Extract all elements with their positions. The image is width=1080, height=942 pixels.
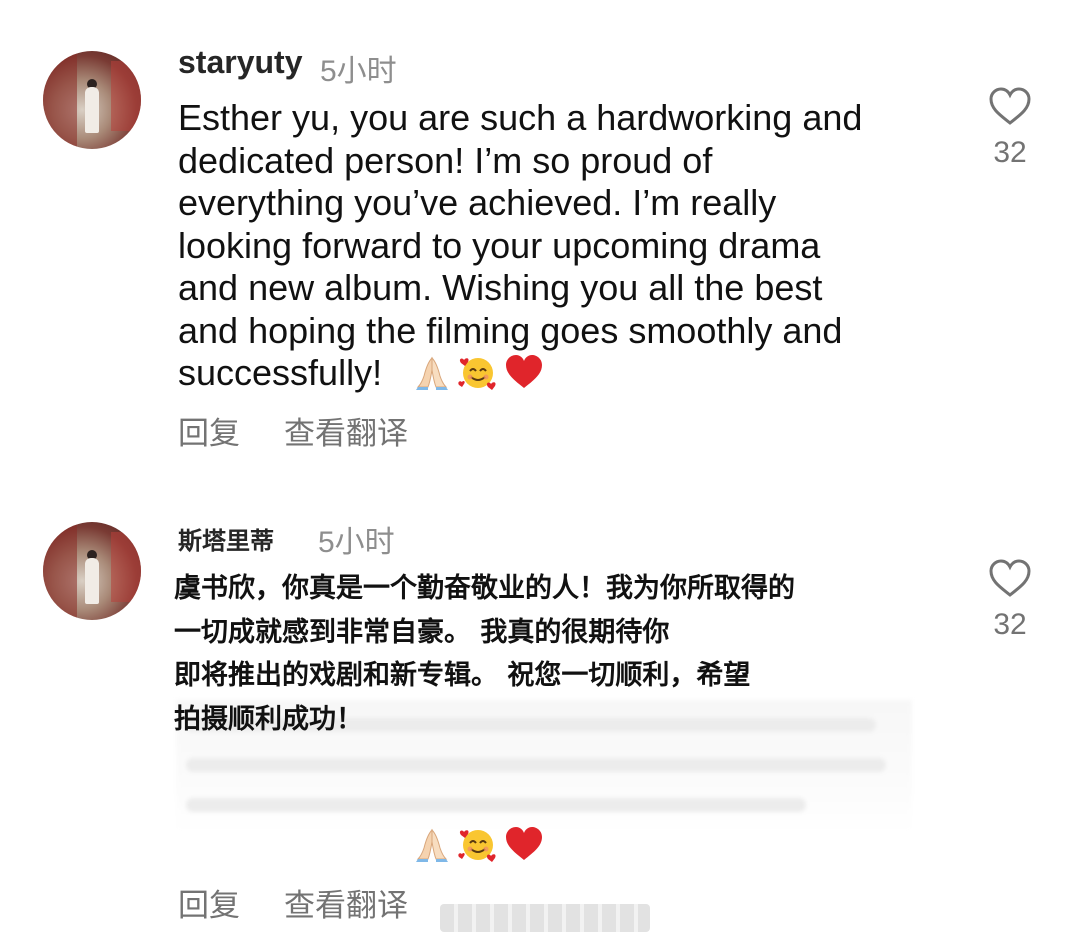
comment-emojis xyxy=(412,352,544,392)
comment-actions: 回复 查看翻译 xyxy=(178,880,408,925)
heart-outline-icon[interactable] xyxy=(988,558,1032,598)
comment-text: Esther yu, you are such a hardworking an… xyxy=(178,97,863,393)
see-translation-button[interactable]: 查看翻译 xyxy=(284,880,408,925)
avatar[interactable] xyxy=(43,522,141,620)
like-count: 32 xyxy=(993,608,1027,641)
watermark-redaction xyxy=(440,904,650,932)
folded-hands-icon xyxy=(416,356,448,390)
comment-timestamp: 5小时 xyxy=(320,55,397,88)
smiling-face-with-hearts-icon xyxy=(458,358,496,390)
like-count: 32 xyxy=(993,136,1027,169)
like-control[interactable]: 32 xyxy=(986,86,1034,170)
red-heart-icon xyxy=(506,827,542,860)
smiling-face-with-hearts-icon xyxy=(458,830,496,862)
comment-actions: 回复 查看翻译 xyxy=(178,408,408,453)
heart-outline-icon[interactable] xyxy=(988,86,1032,126)
comment-timestamp: 5小时 xyxy=(318,526,395,559)
like-control[interactable]: 32 xyxy=(986,558,1034,642)
reply-button[interactable]: 回复 xyxy=(178,408,240,453)
see-translation-button[interactable]: 查看翻译 xyxy=(284,408,408,453)
comment-emojis xyxy=(412,824,544,864)
red-heart-icon xyxy=(506,355,542,388)
reply-button[interactable]: 回复 xyxy=(178,880,240,925)
comment-text: 虞书欣，你真是一个勤奋敬业的人！我为你所取得的 一切成就感到非常自豪。 我真的很… xyxy=(174,573,795,735)
avatar[interactable] xyxy=(43,51,141,149)
folded-hands-icon xyxy=(416,828,448,862)
comment-username[interactable]: 斯塔里蒂 xyxy=(178,521,274,556)
comment-username[interactable]: staryuty xyxy=(178,44,303,81)
